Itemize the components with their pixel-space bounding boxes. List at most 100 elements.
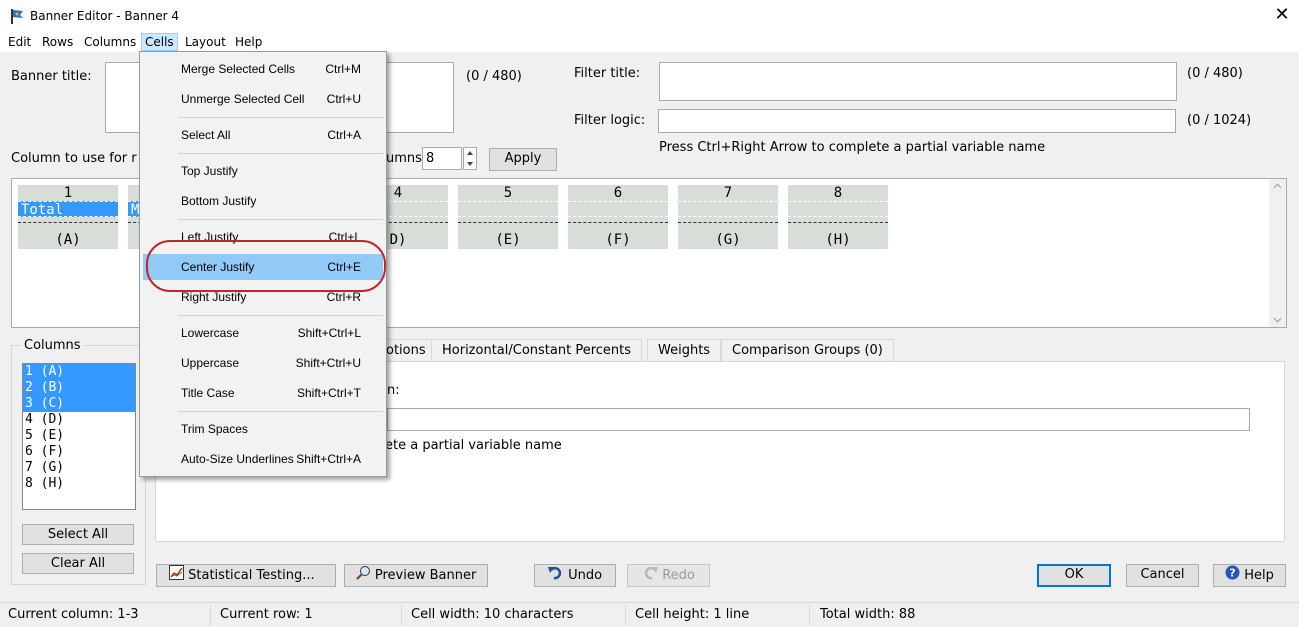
list-item[interactable]: 5 (E): [23, 428, 135, 444]
annotation-highlight-ring: [146, 240, 386, 292]
cancel-button[interactable]: Cancel: [1126, 564, 1199, 587]
grid-col-text[interactable]: [678, 201, 778, 217]
status-cell-width: Cell width: 10 characters: [411, 607, 574, 622]
tab-weights[interactable]: Weights: [647, 339, 722, 362]
menu-layout[interactable]: Layout: [182, 34, 229, 52]
close-icon[interactable]: ✕: [1272, 5, 1292, 25]
menu-columns[interactable]: Columns: [81, 34, 139, 52]
panel-field-label: n:: [387, 383, 400, 398]
grid-col-number: 8: [833, 185, 843, 201]
statistical-testing-label: Statistical Testing...: [188, 568, 315, 583]
grid-column[interactable]: 8 (H): [788, 185, 888, 249]
status-divider: [210, 605, 211, 625]
list-item[interactable]: 1 (A): [23, 364, 135, 380]
apply-button[interactable]: Apply: [489, 148, 557, 171]
grid-column[interactable]: 5 (E): [458, 185, 558, 249]
ok-button[interactable]: OK: [1037, 564, 1111, 587]
list-item[interactable]: 8 (H): [23, 476, 135, 492]
help-button[interactable]: ? Help: [1213, 564, 1286, 587]
undo-button[interactable]: Undo: [534, 564, 616, 587]
grid-col-underline: [678, 222, 778, 226]
columns-spinner[interactable]: [463, 147, 477, 170]
menu-item-lowercase[interactable]: Lowercase Shift+Ctrl+L: [143, 320, 383, 346]
grid-col-underline: [18, 222, 118, 226]
list-item[interactable]: 6 (F): [23, 444, 135, 460]
list-item[interactable]: 4 (D): [23, 412, 135, 428]
undo-icon: [547, 565, 564, 586]
clear-all-button[interactable]: Clear All: [22, 553, 134, 574]
grid-col-letter: (G): [715, 232, 741, 248]
filter-title-input[interactable]: [659, 62, 1177, 101]
menu-item-label: Auto-Size Underlines: [181, 452, 294, 466]
menu-item-trim-spaces[interactable]: Trim Spaces: [143, 416, 383, 442]
menu-item-label: Trim Spaces: [181, 422, 248, 436]
preview-banner-button[interactable]: Preview Banner: [344, 564, 488, 587]
menu-bar: Edit Rows Columns Cells Layout Help: [0, 32, 1299, 52]
menu-item-shortcut: Ctrl+M: [325, 62, 361, 76]
tab-comparison-groups[interactable]: Comparison Groups (0): [721, 339, 894, 362]
grid-col-letter: (A): [55, 232, 81, 248]
menu-item-select-all[interactable]: Select All Ctrl+A: [143, 122, 383, 148]
menu-item-unmerge-cell[interactable]: Unmerge Selected Cell Ctrl+U: [143, 86, 383, 112]
grid-col-text[interactable]: Total: [18, 201, 118, 218]
grid-vertical-scrollbar[interactable]: [1269, 179, 1286, 327]
grid-column[interactable]: 7 (G): [678, 185, 778, 249]
list-item[interactable]: 3 (C): [23, 396, 135, 412]
menu-item-uppercase[interactable]: Uppercase Shift+Ctrl+U: [143, 350, 383, 376]
undo-label: Undo: [568, 568, 603, 583]
menu-separator: [178, 117, 383, 118]
menu-item-merge-cells[interactable]: Merge Selected Cells Ctrl+M: [143, 56, 383, 82]
select-all-button[interactable]: Select All: [22, 524, 134, 545]
menu-help[interactable]: Help: [232, 34, 265, 52]
window-title: Banner Editor - Banner 4: [30, 9, 179, 23]
menu-item-label: Right Justify: [181, 290, 247, 304]
filter-logic-counter: (0 / 1024): [1187, 113, 1252, 128]
menu-item-label: Uppercase: [181, 356, 240, 370]
svg-text:?: ?: [1229, 567, 1235, 580]
menu-edit[interactable]: Edit: [5, 34, 34, 52]
menu-item-bottom-justify[interactable]: Bottom Justify: [143, 188, 383, 214]
columns-count-label: umns: [386, 151, 422, 166]
grid-col-number: 6: [613, 185, 623, 201]
grid-col-text[interactable]: [568, 201, 668, 217]
menu-item-label: Unmerge Selected Cell: [181, 92, 305, 106]
menu-item-shortcut: Shift+Ctrl+U: [295, 356, 361, 370]
grid-col-underline: [458, 222, 558, 226]
menu-item-title-case[interactable]: Title Case Shift+Ctrl+T: [143, 380, 383, 406]
panel-hint: ete a partial variable name: [385, 438, 562, 453]
status-current-column: Current column: 1-3: [8, 607, 139, 622]
status-current-row: Current row: 1: [220, 607, 313, 622]
menu-item-shortcut: Ctrl+R: [326, 290, 361, 304]
list-item[interactable]: 2 (B): [23, 380, 135, 396]
tab-horizontal-percents[interactable]: Horizontal/Constant Percents: [431, 339, 643, 362]
menu-item-shortcut: Ctrl+A: [327, 128, 361, 142]
menu-cells[interactable]: Cells: [141, 33, 178, 51]
redo-icon: [642, 565, 659, 586]
menu-item-shortcut: Ctrl+U: [326, 92, 361, 106]
panel-field-input[interactable]: [387, 408, 1250, 431]
menu-separator: [178, 153, 383, 154]
filter-title-label: Filter title:: [574, 66, 641, 81]
columns-count-input[interactable]: 8: [422, 147, 462, 170]
menu-item-auto-size-underlines[interactable]: Auto-Size Underlines Shift+Ctrl+A: [143, 446, 383, 472]
menu-item-top-justify[interactable]: Top Justify: [143, 158, 383, 184]
list-item[interactable]: 7 (G): [23, 460, 135, 476]
filter-logic-input[interactable]: [658, 109, 1176, 133]
menu-item-label: Merge Selected Cells: [181, 62, 296, 76]
grid-col-underline: [568, 222, 668, 226]
grid-col-text[interactable]: [458, 201, 558, 217]
menu-separator: [178, 411, 383, 412]
menu-rows[interactable]: Rows: [39, 34, 76, 52]
grid-col-letter: (E): [495, 232, 521, 248]
columns-listbox[interactable]: 1 (A) 2 (B) 3 (C) 4 (D) 5 (E) 6 (F) 7 (G…: [22, 363, 136, 510]
status-bar: Current column: 1-3 Current row: 1 Cell …: [0, 602, 1299, 627]
grid-column[interactable]: 1 Total (A): [18, 185, 118, 249]
grid-col-letter: (H): [825, 232, 851, 248]
grid-column[interactable]: 6 (F): [568, 185, 668, 249]
banner-title-counter: (0 / 480): [466, 69, 522, 84]
grid-col-text[interactable]: [788, 201, 888, 217]
column-use-label: Column to use for r: [11, 151, 137, 166]
menu-item-shortcut: Shift+Ctrl+A: [296, 452, 361, 466]
statistical-testing-button[interactable]: Statistical Testing...: [156, 564, 336, 587]
redo-button[interactable]: Redo: [627, 564, 710, 587]
